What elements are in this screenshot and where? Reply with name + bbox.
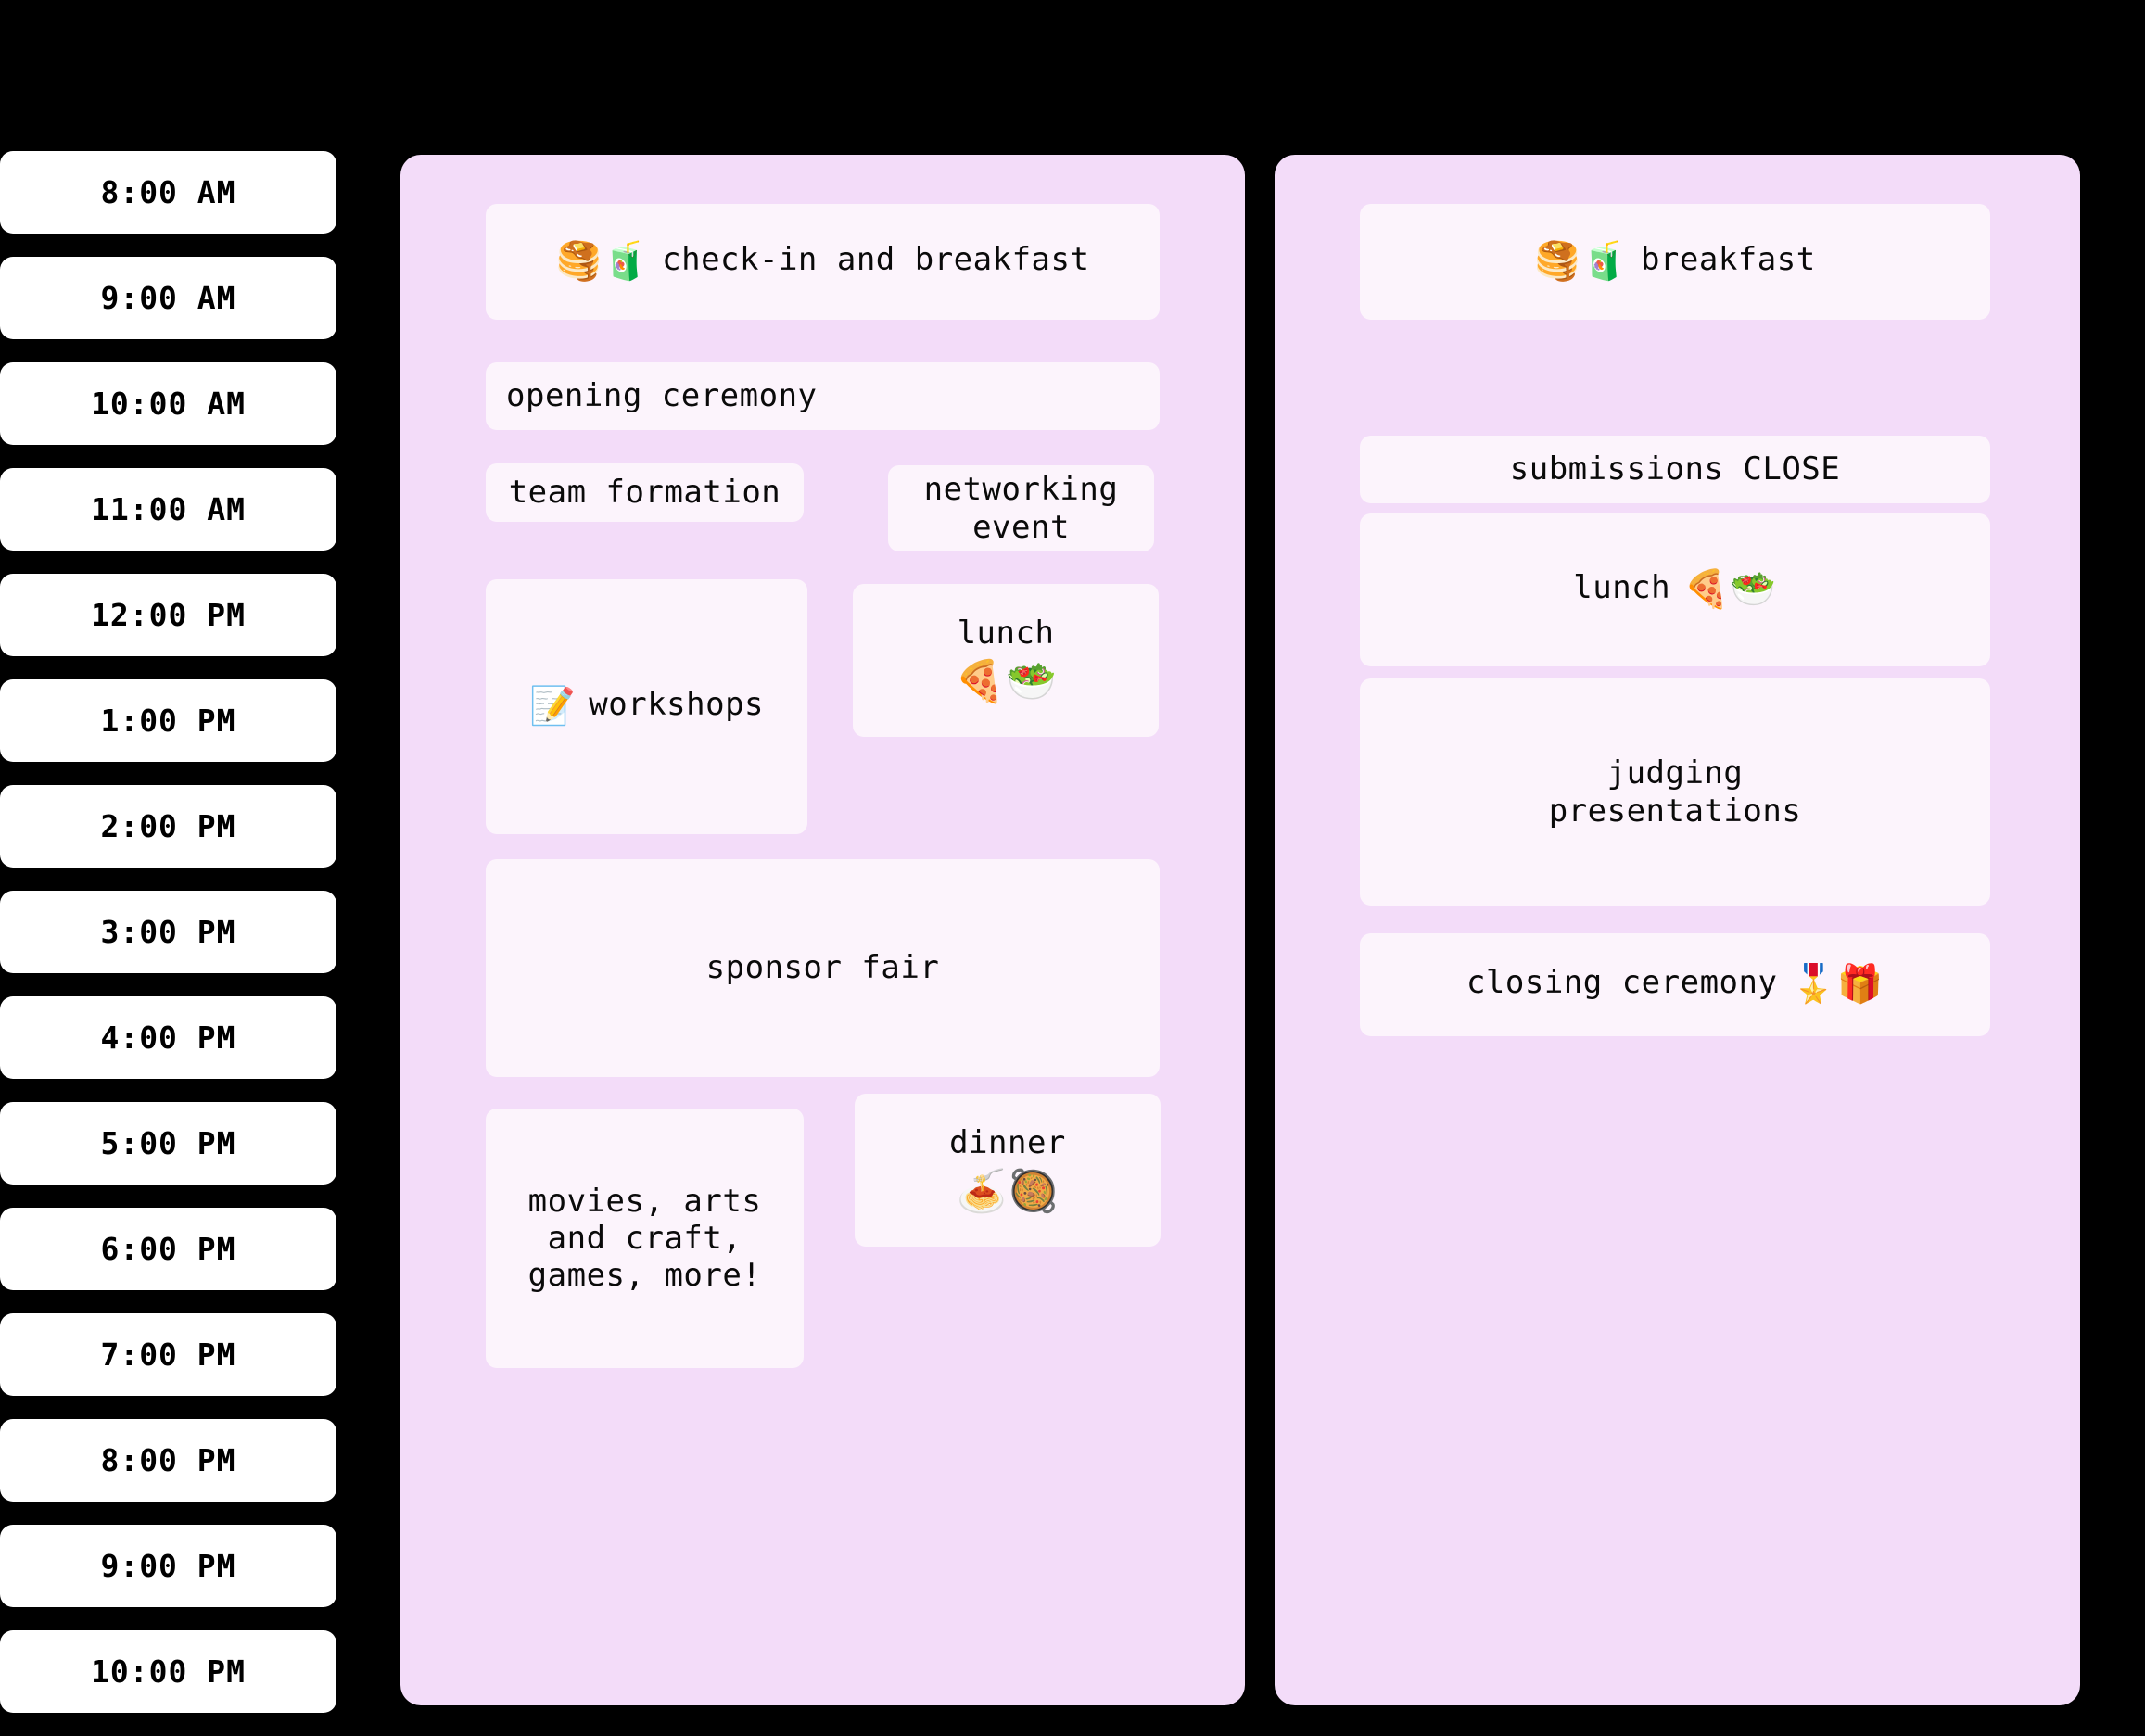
time-cell[interactable]: 3:00 PM — [0, 891, 336, 973]
event-card-evening-activities[interactable]: movies, arts and craft, games, more! — [486, 1109, 804, 1368]
time-cell-label: 2:00 PM — [100, 808, 236, 844]
time-cell[interactable]: 6:00 PM — [0, 1208, 336, 1290]
event-text: dinner — [949, 1124, 1066, 1162]
time-cell[interactable]: 10:00 PM — [0, 1630, 336, 1713]
medal-gift-icon: 🎖️🎁 — [1790, 962, 1885, 1006]
time-cell-label: 7:00 PM — [100, 1337, 236, 1373]
event-label: submissions CLOSE — [1509, 450, 1841, 488]
time-cell[interactable]: 9:00 PM — [0, 1525, 336, 1607]
time-cell[interactable]: 1:00 PM — [0, 679, 336, 762]
time-cell[interactable]: 9:00 AM — [0, 257, 336, 339]
time-cell-label: 4:00 PM — [100, 1020, 236, 1056]
day-column-one: 🥞🧃 check-in and breakfast opening ceremon… — [400, 155, 1245, 1705]
time-cell-label: 10:00 AM — [91, 386, 246, 422]
event-label: 🥞🧃 check-in and breakfast — [556, 240, 1090, 284]
event-label: 🥞🧃 breakfast — [1534, 240, 1815, 284]
event-card-opening-ceremony[interactable]: opening ceremony — [486, 362, 1160, 430]
time-cell[interactable]: 11:00 AM — [0, 468, 336, 551]
memo-icon: 📝 — [528, 684, 577, 728]
event-text: lunch — [957, 615, 1055, 653]
event-label: opening ceremony — [506, 377, 818, 415]
time-cell[interactable]: 4:00 PM — [0, 996, 336, 1079]
event-card-dinner[interactable]: dinner 🍝🥘 — [855, 1094, 1161, 1247]
event-text: lunch — [1573, 568, 1671, 606]
event-label: lunch 🍕🥗 — [955, 615, 1058, 705]
event-label: judging presentations — [1548, 754, 1802, 830]
event-card-team-formation[interactable]: team formation — [486, 463, 804, 522]
time-cell[interactable]: 12:00 PM — [0, 574, 336, 656]
event-label: 📝 workshops — [529, 685, 764, 729]
spaghetti-pan-icon: 🍝🥘 — [956, 1167, 1060, 1215]
event-card-closing-ceremony[interactable]: closing ceremony 🎖️🎁 — [1360, 933, 1990, 1036]
time-cell-label: 5:00 PM — [100, 1125, 236, 1161]
time-cell-label: 9:00 PM — [100, 1548, 236, 1584]
time-rail: 8:00 AM 9:00 AM 10:00 AM 11:00 AM 12:00 PM 1:… — [0, 151, 336, 1736]
pancakes-juice-icon: 🥞🧃 — [1534, 239, 1628, 283]
event-text: check-in and breakfast — [662, 240, 1090, 278]
time-cell[interactable]: 2:00 PM — [0, 785, 336, 868]
time-cell[interactable]: 8:00 PM — [0, 1419, 336, 1502]
event-text: breakfast — [1640, 240, 1816, 278]
event-card-submissions-close[interactable]: submissions CLOSE — [1360, 436, 1990, 503]
event-label: sponsor fair — [705, 949, 940, 987]
time-cell[interactable]: 10:00 AM — [0, 362, 336, 445]
time-cell-label: 11:00 AM — [91, 491, 246, 527]
time-cell-label: 9:00 AM — [100, 280, 236, 316]
event-text: workshops — [589, 685, 765, 723]
time-cell-label: 1:00 PM — [100, 703, 236, 739]
pizza-salad-icon: 🍕🥗 — [954, 657, 1058, 705]
time-cell-label: 12:00 PM — [91, 597, 246, 633]
event-card-workshops[interactable]: 📝 workshops — [486, 579, 807, 834]
event-card-breakfast[interactable]: 🥞🧃 breakfast — [1360, 204, 1990, 320]
event-card-lunch-day-one[interactable]: lunch 🍕🥗 — [853, 584, 1159, 737]
event-label: networking event — [923, 471, 1119, 546]
time-cell-label: 3:00 PM — [100, 914, 236, 950]
event-label: dinner 🍝🥘 — [949, 1124, 1066, 1215]
event-card-sponsor-fair[interactable]: sponsor fair — [486, 859, 1160, 1077]
day-column-two: 🥞🧃 breakfast submissions CLOSE lunch 🍕🥗 ju… — [1275, 155, 2080, 1705]
event-label: movies, arts and craft, games, more! — [527, 1182, 762, 1295]
event-card-judging-presentations[interactable]: judging presentations — [1360, 678, 1990, 906]
event-label: lunch 🍕🥗 — [1573, 568, 1776, 612]
time-cell-label: 10:00 PM — [91, 1654, 246, 1690]
pizza-salad-icon: 🍕🥗 — [1683, 567, 1777, 611]
time-cell[interactable]: 8:00 AM — [0, 151, 336, 234]
time-cell-label: 6:00 PM — [100, 1231, 236, 1267]
event-label: closing ceremony 🎖️🎁 — [1466, 963, 1884, 1007]
event-card-networking-event[interactable]: networking event — [888, 465, 1154, 551]
event-label: team formation — [508, 474, 781, 512]
time-cell[interactable]: 5:00 PM — [0, 1102, 336, 1185]
event-text: closing ceremony — [1466, 963, 1778, 1001]
pancakes-juice-icon: 🥞🧃 — [555, 239, 650, 283]
time-cell[interactable]: 7:00 PM — [0, 1313, 336, 1396]
event-card-checkin-and-breakfast[interactable]: 🥞🧃 check-in and breakfast — [486, 204, 1160, 320]
event-card-lunch-day-two[interactable]: lunch 🍕🥗 — [1360, 513, 1990, 666]
time-cell-label: 8:00 PM — [100, 1442, 236, 1478]
time-cell-label: 8:00 AM — [100, 174, 236, 210]
